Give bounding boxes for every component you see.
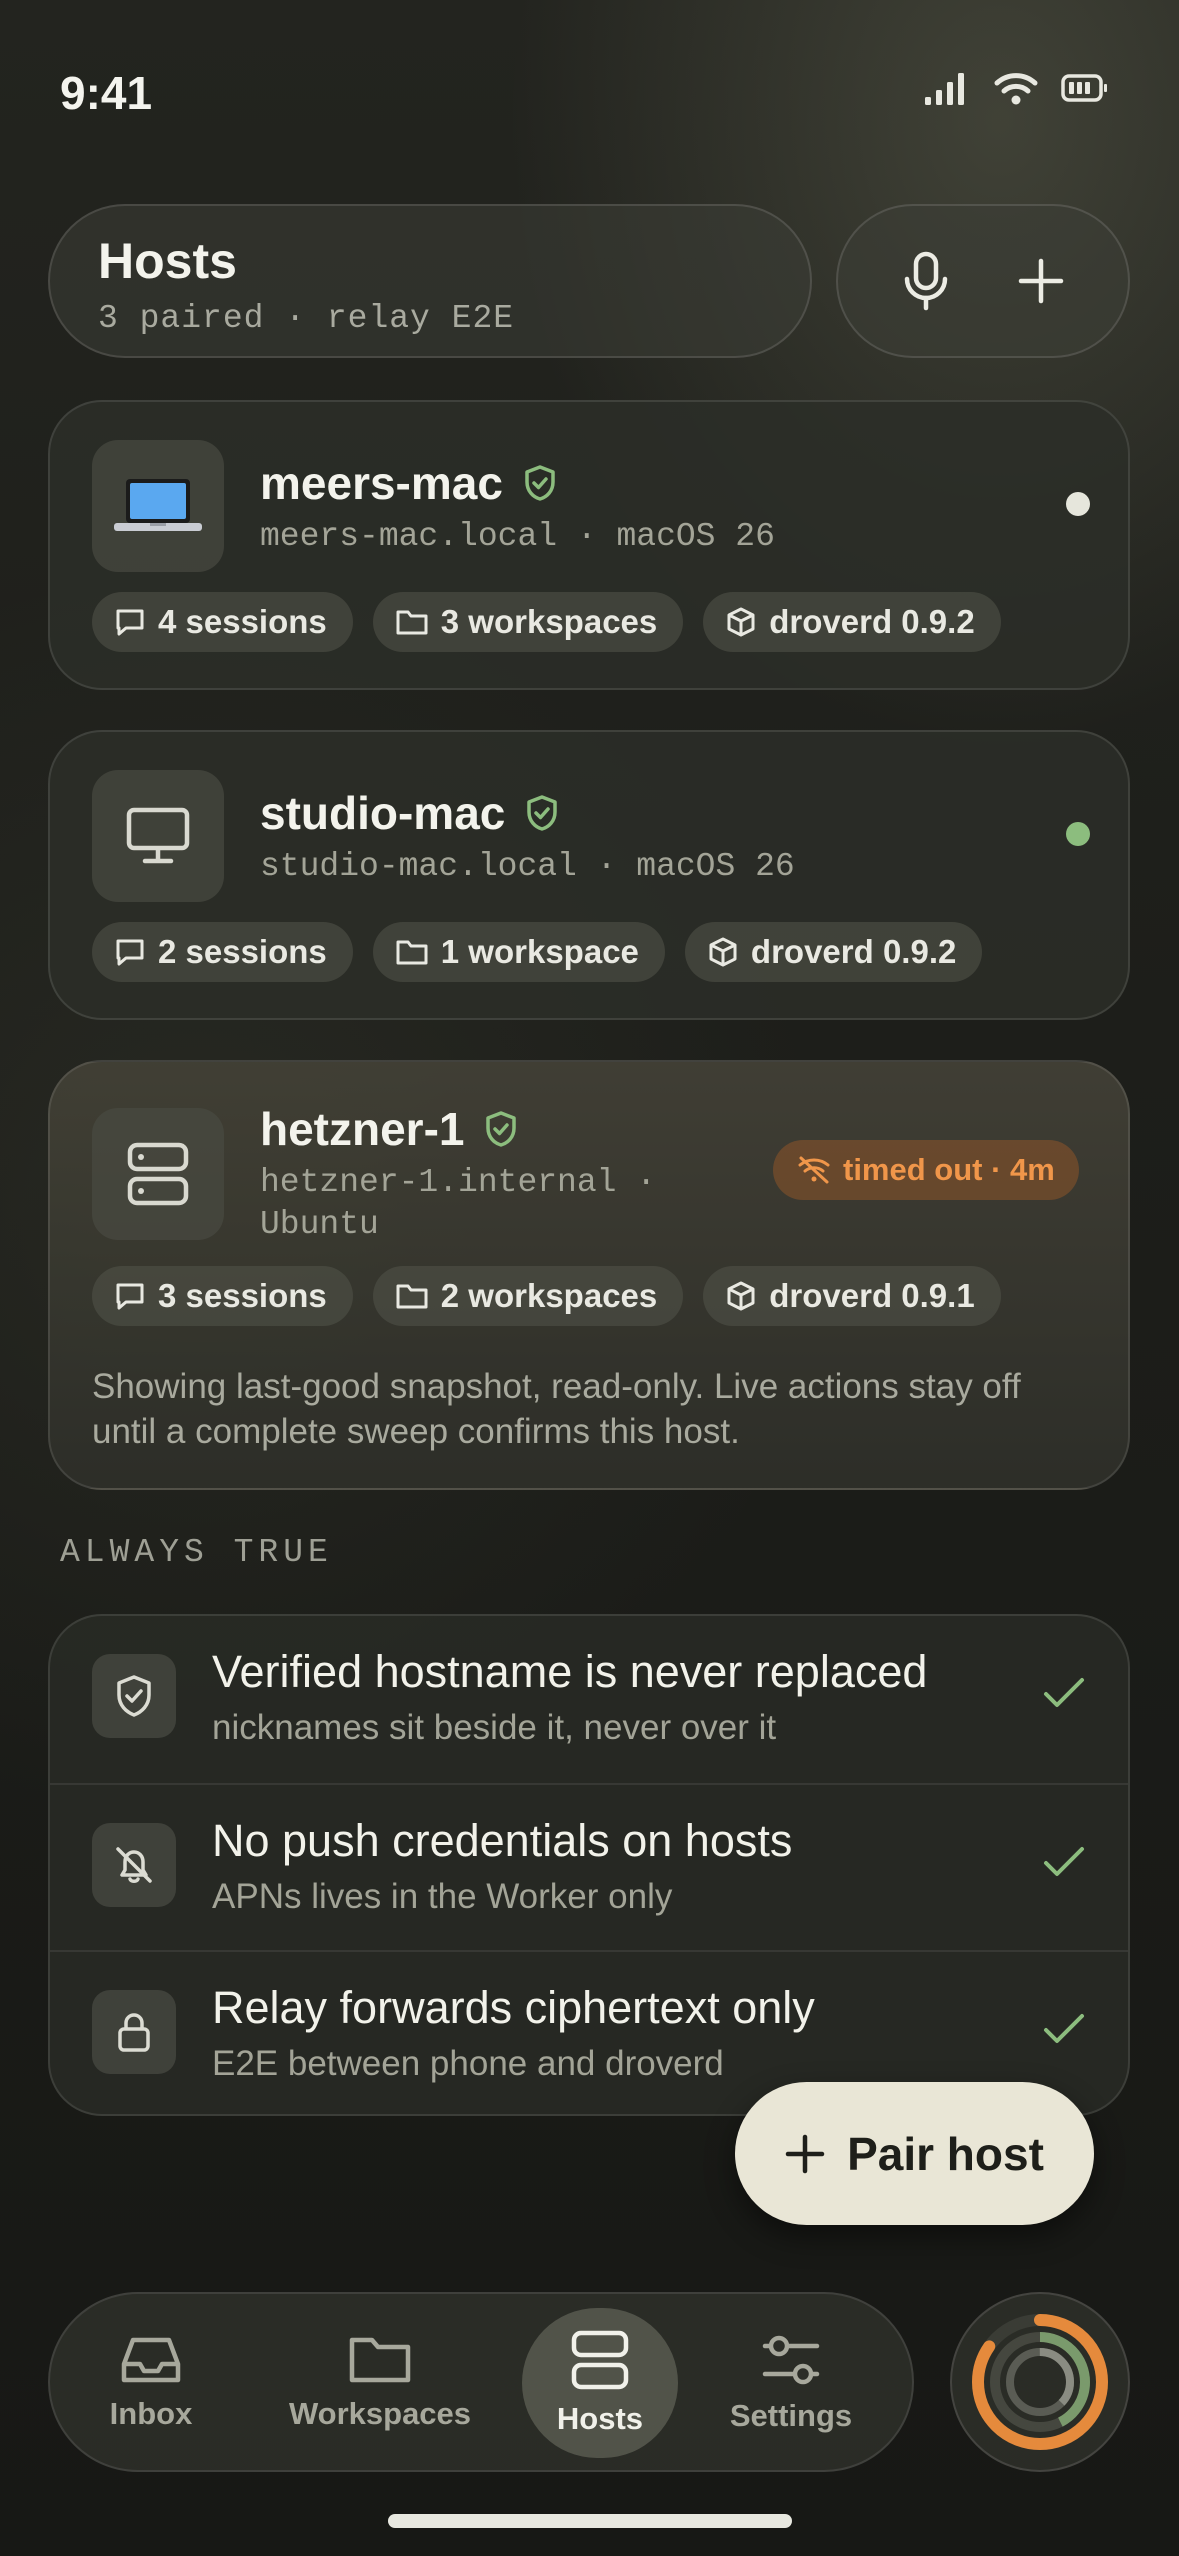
sessions-chip[interactable]: 3 sessions xyxy=(92,1266,353,1326)
status-icons xyxy=(923,70,1109,106)
host-address: meers-mac.local · macOS 26 xyxy=(260,518,775,555)
microphone-icon xyxy=(904,251,947,311)
chat-bubble-icon xyxy=(116,609,144,636)
version-chip[interactable]: droverd 0.9.1 xyxy=(703,1266,1001,1326)
host-name: meers-mac xyxy=(260,456,557,510)
tab-inbox[interactable]: Inbox xyxy=(76,2308,226,2458)
activity-ring-button[interactable] xyxy=(950,2292,1130,2472)
host-address: studio-mac.local · macOS 26 xyxy=(260,848,795,885)
tab-workspaces[interactable]: Workspaces xyxy=(270,2308,490,2458)
wifi-off-icon xyxy=(798,1156,830,1184)
host-chips: 4 sessions 3 workspaces droverd 0.9.2 xyxy=(92,592,1001,652)
verified-shield-icon xyxy=(527,795,558,831)
host-name-text: studio-mac xyxy=(260,787,506,839)
folder-icon xyxy=(349,2337,411,2383)
voice-button[interactable] xyxy=(891,246,961,316)
folder-icon xyxy=(396,940,428,965)
home-indicator xyxy=(388,2514,792,2528)
tab-settings[interactable]: Settings xyxy=(716,2308,866,2458)
inbox-icon xyxy=(121,2337,181,2383)
folder-icon xyxy=(396,1284,428,1309)
server-icon xyxy=(92,1108,224,1240)
package-icon xyxy=(709,937,737,967)
list-item-subtitle: nicknames sit beside it, never over it xyxy=(212,1708,777,1747)
package-icon xyxy=(727,607,755,637)
host-name: hetzner-1 xyxy=(260,1102,518,1156)
tab-bar: Inbox Workspaces Hosts Settings xyxy=(48,2292,914,2472)
host-name-text: meers-mac xyxy=(260,457,503,509)
workspaces-chip[interactable]: 1 workspace xyxy=(372,922,665,982)
sessions-chip[interactable]: 4 sessions xyxy=(92,592,353,652)
bell-off-icon xyxy=(92,1823,176,1907)
status-time: 9:41 xyxy=(60,67,153,119)
sessions-chip[interactable]: 2 sessions xyxy=(92,922,353,982)
sliders-icon xyxy=(762,2335,820,2385)
pair-host-button[interactable]: Pair host xyxy=(735,2082,1094,2225)
page-title: Hosts xyxy=(98,233,237,289)
host-chips: 3 sessions 2 workspaces droverd 0.9.1 xyxy=(92,1266,1001,1326)
list-item-title: No push credentials on hosts xyxy=(212,1815,793,1866)
wifi-icon xyxy=(994,73,1038,105)
host-name-text: hetzner-1 xyxy=(260,1103,465,1155)
list-item: Verified hostname is never replaced nick… xyxy=(50,1616,1128,1783)
snapshot-note: Showing last-good snapshot, read-only. L… xyxy=(92,1367,1021,1451)
pair-host-label: Pair host xyxy=(847,2127,1044,2180)
battery-icon xyxy=(1061,74,1107,102)
plus-icon xyxy=(785,2134,825,2173)
checkmark-icon xyxy=(1044,2014,1084,2043)
version-chip[interactable]: droverd 0.9.2 xyxy=(703,592,1001,652)
list-item-subtitle: E2E between phone and droverd xyxy=(212,2044,724,2083)
checkmark-icon xyxy=(1044,1847,1084,1876)
cellular-signal-icon xyxy=(925,73,964,105)
activity-ring-icon xyxy=(972,2314,1108,2450)
tab-hosts[interactable]: Hosts xyxy=(522,2308,678,2458)
host-chips: 2 sessions 1 workspace droverd 0.9.2 xyxy=(92,922,983,982)
checkmark-icon xyxy=(1044,1678,1084,1707)
header-title-pill: Hosts 3 paired · relay E2E xyxy=(48,204,812,358)
chat-bubble-icon xyxy=(116,939,144,966)
status-dot xyxy=(1066,822,1090,846)
verified-shield-icon xyxy=(486,1111,517,1147)
server-icon xyxy=(571,2330,629,2390)
laptop-icon xyxy=(92,440,224,572)
chat-bubble-icon xyxy=(116,1283,144,1310)
list-item: No push credentials on hosts APNs lives … xyxy=(50,1783,1128,1950)
version-chip[interactable]: droverd 0.9.2 xyxy=(684,922,983,982)
folder-icon xyxy=(396,610,428,635)
always-true-list: Verified hostname is never replaced nick… xyxy=(48,1614,1130,2116)
host-name: studio-mac xyxy=(260,786,559,840)
shield-icon xyxy=(92,1654,176,1738)
host-card-meers-mac[interactable]: meers-mac meers-mac.local · macOS 26 4 s… xyxy=(48,400,1130,690)
add-button[interactable] xyxy=(1006,246,1076,316)
list-item-subtitle: APNs lives in the Worker only xyxy=(212,1877,673,1916)
host-address: hetzner-1.internal · Ubuntu xyxy=(260,1164,657,1243)
timeout-badge: timed out · 4m xyxy=(773,1140,1079,1200)
list-item-title: Verified hostname is never replaced xyxy=(212,1646,928,1697)
workspaces-chip[interactable]: 3 workspaces xyxy=(372,592,684,652)
workspaces-chip[interactable]: 2 workspaces xyxy=(372,1266,684,1326)
section-label-always-true: ALWAYS TRUE xyxy=(60,1534,333,1571)
package-icon xyxy=(727,1281,755,1311)
plus-icon xyxy=(1018,258,1063,304)
host-card-studio-mac[interactable]: studio-mac studio-mac.local · macOS 26 2… xyxy=(48,730,1130,1020)
verified-shield-icon xyxy=(525,465,555,501)
lock-icon xyxy=(92,1990,176,2074)
page-subtitle: 3 paired · relay E2E xyxy=(98,300,515,337)
status-dot xyxy=(1066,492,1090,516)
list-item-title: Relay forwards ciphertext only xyxy=(212,1982,815,2033)
host-card-hetzner-1[interactable]: hetzner-1 hetzner-1.internal · Ubuntu ti… xyxy=(48,1060,1130,1490)
header-actions xyxy=(836,204,1130,358)
monitor-icon xyxy=(92,770,224,902)
